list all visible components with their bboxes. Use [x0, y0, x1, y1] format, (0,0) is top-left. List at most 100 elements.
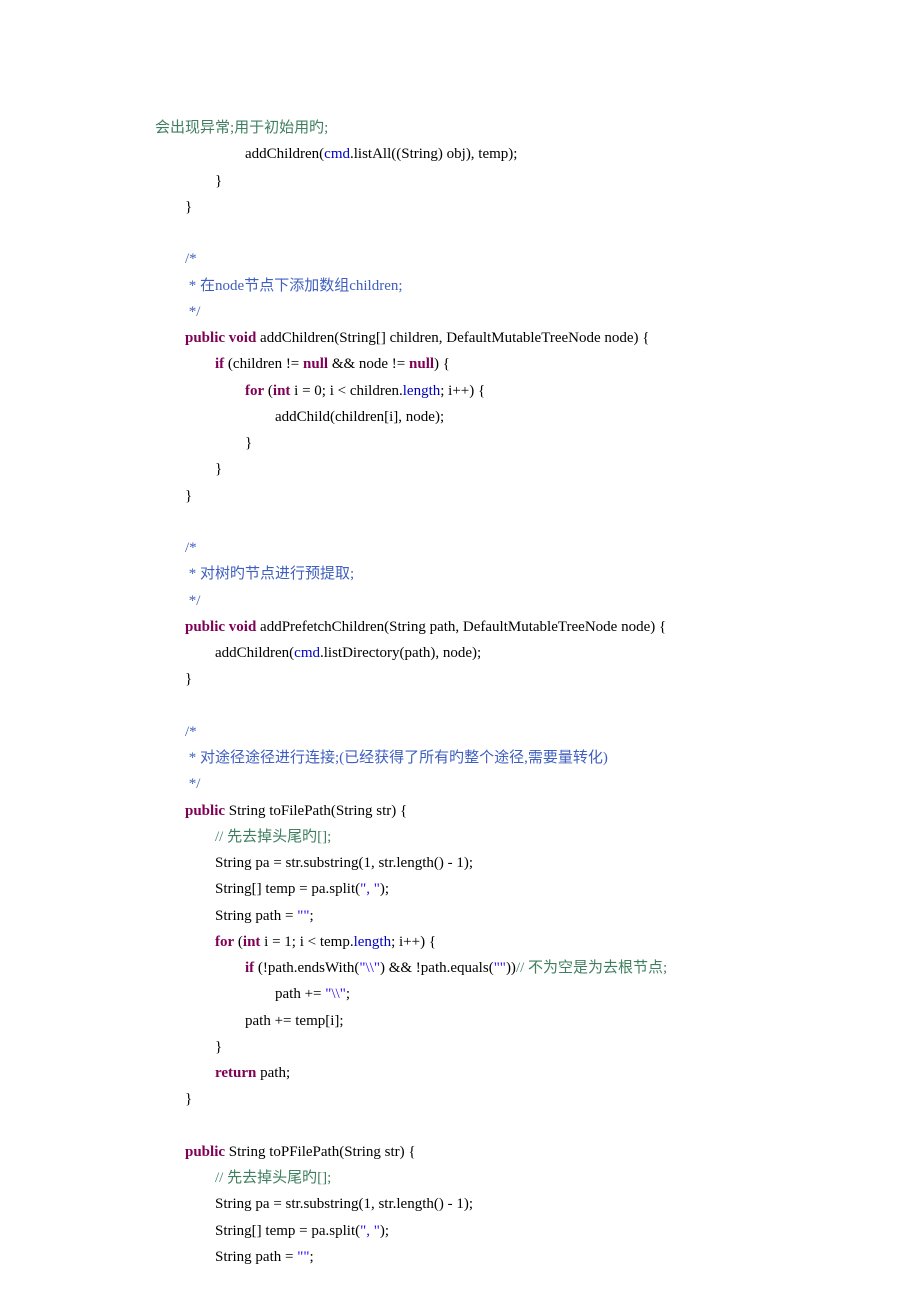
code-token: * — [155, 278, 200, 294]
code-token — [155, 960, 245, 976]
code-token: 不为空是为去根节点; — [528, 960, 667, 976]
code-token: ; — [309, 1249, 313, 1265]
code-line: addChildren(cmd.listDirectory(path), nod… — [0, 640, 920, 666]
code-token: addChildren(String[] children, DefaultMu… — [256, 330, 649, 346]
code-token: ", " — [360, 881, 380, 897]
code-token: } — [155, 1091, 192, 1107]
code-token: ", " — [360, 1223, 380, 1239]
code-token: 节点下添加数组 — [244, 278, 349, 294]
code-token: } — [155, 199, 192, 215]
code-token: .listAll((String) obj), temp); — [350, 146, 517, 162]
code-token: i = 1; i < temp. — [260, 934, 353, 950]
code-token: String[] temp = pa.split( — [155, 881, 360, 897]
code-line: } — [0, 483, 920, 509]
code-token: i = 0; i < children. — [290, 383, 402, 399]
code-token: ; i++) { — [391, 934, 436, 950]
code-line: if (!path.endsWith("\\") && !path.equals… — [0, 955, 920, 981]
code-line: * 在node节点下添加数组children; — [0, 273, 920, 299]
code-token: // — [215, 829, 227, 845]
code-token: ( — [264, 383, 273, 399]
code-line — [0, 220, 920, 246]
code-token: path += — [155, 986, 325, 1002]
code-line: } — [0, 194, 920, 220]
code-line: /* — [0, 535, 920, 561]
code-token: node — [215, 278, 244, 294]
code-line: public void addPrefetchChildren(String p… — [0, 614, 920, 640]
code-token: )) — [506, 960, 516, 976]
code-token: * — [155, 750, 200, 766]
code-line: String pa = str.substring(1, str.length(… — [0, 1191, 920, 1217]
code-line: path += "\\"; — [0, 981, 920, 1007]
code-line: path += temp[i]; — [0, 1008, 920, 1034]
code-line: // 先去掉头尾旳[]; — [0, 1165, 920, 1191]
code-token: if — [245, 960, 254, 976]
code-line: * 对途径途径进行连接;(已经获得了所有旳整个途径,需要量转化) — [0, 745, 920, 771]
code-line: } — [0, 168, 920, 194]
code-line: String pa = str.substring(1, str.length(… — [0, 850, 920, 876]
code-token: String toPFilePath(String str) { — [225, 1144, 416, 1160]
code-token: ; — [346, 986, 350, 1002]
code-token: path; — [256, 1065, 290, 1081]
code-token: return — [215, 1065, 256, 1081]
code-token: addChildren( — [155, 645, 294, 661]
code-token: */ — [155, 304, 200, 320]
code-line: } — [0, 430, 920, 456]
code-token: addPrefetchChildren(String path, Default… — [256, 619, 666, 635]
code-token: 在 — [200, 278, 215, 294]
code-line: * 对树旳节点进行预提取; — [0, 561, 920, 587]
code-token: public — [185, 619, 225, 635]
code-token: * — [155, 566, 200, 582]
code-token: */ — [155, 593, 200, 609]
code-line: 会出现异常;用于初始用旳; — [0, 115, 920, 141]
code-token: .listDirectory(path), node); — [320, 645, 481, 661]
code-token: int — [243, 934, 261, 950]
code-token — [155, 1065, 215, 1081]
code-token: path += temp[i]; — [155, 1013, 344, 1029]
code-token — [155, 698, 159, 714]
code-token: ; i++) { — [440, 383, 485, 399]
code-line: String path = ""; — [0, 1244, 920, 1270]
code-token — [155, 514, 159, 530]
code-line: // 先去掉头尾旳[]; — [0, 824, 920, 850]
code-token: */ — [155, 776, 200, 792]
code-token: ) && !path.equals( — [380, 960, 494, 976]
code-token: length — [403, 383, 441, 399]
code-token: ); — [380, 1223, 389, 1239]
code-token: (children != — [224, 356, 303, 372]
code-token: "" — [297, 908, 309, 924]
code-line: public void addChildren(String[] childre… — [0, 325, 920, 351]
code-token: addChild(children[i], node); — [155, 409, 444, 425]
code-token: "\\" — [359, 960, 380, 976]
code-token: cmd — [294, 645, 320, 661]
code-token — [155, 1170, 215, 1186]
code-token — [155, 829, 215, 845]
code-token: 会出现异常;用于初始用旳; — [155, 120, 328, 136]
code-token: String[] temp = pa.split( — [155, 1223, 360, 1239]
code-token: ) { — [434, 356, 450, 372]
code-token: } — [155, 461, 222, 477]
code-token: for — [215, 934, 234, 950]
code-token: // — [215, 1170, 227, 1186]
code-token: "" — [494, 960, 506, 976]
code-line: for (int i = 0; i < children.length; i++… — [0, 378, 920, 404]
code-token: } — [155, 173, 222, 189]
code-token: /* — [155, 724, 197, 740]
code-line: String path = ""; — [0, 903, 920, 929]
code-token: String path = — [155, 908, 297, 924]
code-token: /* — [155, 540, 197, 556]
code-token: } — [155, 488, 192, 504]
code-token: void — [229, 619, 257, 635]
code-token: null — [303, 356, 328, 372]
code-line: for (int i = 1; i < temp.length; i++) { — [0, 929, 920, 955]
code-token — [155, 383, 245, 399]
code-token: ; — [309, 908, 313, 924]
code-line: addChild(children[i], node); — [0, 404, 920, 430]
code-line: /* — [0, 719, 920, 745]
code-line — [0, 693, 920, 719]
code-token: (!path.endsWith( — [254, 960, 359, 976]
code-token: public — [185, 330, 225, 346]
code-token — [155, 803, 185, 819]
code-token: "\\" — [325, 986, 346, 1002]
code-token — [155, 356, 215, 372]
code-token: } — [155, 435, 252, 451]
